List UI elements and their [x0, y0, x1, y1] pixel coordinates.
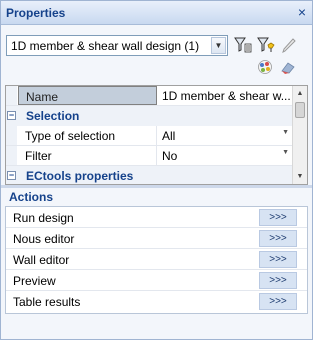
actions-list: Run design >>> Nous editor >>> Wall edit… [5, 206, 308, 314]
clear-selection-icon[interactable] [278, 58, 298, 76]
selection-dropdown[interactable]: 1D member & shear wall design (1) ▼ [6, 35, 228, 56]
actions-header: Actions [9, 190, 54, 204]
properties-panel: Properties × 1D member & shear wall desi… [0, 0, 313, 340]
action-label: Nous editor [13, 232, 75, 246]
scroll-up-icon[interactable]: ▲ [293, 86, 307, 101]
grid-scrollbar[interactable]: ▲ ▼ [292, 86, 307, 184]
action-label: Run design [13, 211, 74, 225]
category-selection[interactable]: − Selection [6, 106, 293, 126]
property-key: Filter [18, 146, 157, 165]
panel-titlebar: Properties × [1, 1, 312, 25]
action-label: Wall editor [13, 253, 70, 267]
property-value-dropdown[interactable]: No ▼ [158, 146, 293, 165]
chevron-down-icon[interactable]: ▼ [282, 149, 289, 156]
property-grid: Name 1D member & shear w... − Selection … [5, 85, 308, 185]
wall-editor-button[interactable]: >>> [259, 251, 297, 268]
property-key: Type of selection [18, 126, 157, 145]
chevron-down-icon[interactable]: ▼ [211, 37, 226, 54]
color-palette-icon[interactable] [255, 58, 275, 76]
property-value: All [162, 129, 176, 143]
action-nous-editor: Nous editor >>> [6, 228, 307, 249]
nous-editor-button[interactable]: >>> [259, 230, 297, 247]
property-row-filter[interactable]: Filter No ▼ [6, 146, 293, 166]
table-results-button[interactable]: >>> [259, 293, 297, 310]
property-value[interactable]: 1D member & shear w... [158, 86, 293, 105]
collapse-icon[interactable]: − [7, 111, 16, 120]
panel-title: Properties [6, 6, 66, 20]
action-table-results: Table results >>> [6, 291, 307, 312]
run-design-button[interactable]: >>> [259, 209, 297, 226]
property-row-type-of-selection[interactable]: Type of selection All ▼ [6, 126, 293, 146]
action-run-design: Run design >>> [6, 207, 307, 228]
action-preview: Preview >>> [6, 270, 307, 291]
category-label: Selection [26, 109, 80, 123]
filter-add-icon[interactable] [256, 35, 276, 55]
category-label: ECtools properties [26, 169, 134, 183]
action-label: Table results [13, 295, 81, 309]
property-value: No [162, 149, 178, 163]
category-ectools-properties[interactable]: − ECtools properties [6, 166, 293, 184]
property-row-name[interactable]: Name 1D member & shear w... [6, 86, 293, 106]
chevron-down-icon[interactable]: ▼ [282, 129, 289, 136]
property-key: Name [18, 86, 157, 105]
action-wall-editor: Wall editor >>> [6, 249, 307, 270]
property-value-dropdown[interactable]: All ▼ [158, 126, 293, 145]
collapse-icon[interactable]: − [7, 171, 16, 180]
filter-select-icon[interactable] [233, 35, 253, 55]
selection-dropdown-value: 1D member & shear wall design (1) [11, 39, 200, 53]
close-icon[interactable]: × [298, 4, 306, 20]
preview-button[interactable]: >>> [259, 272, 297, 289]
scroll-down-icon[interactable]: ▼ [293, 169, 307, 184]
properties-toolbar: 1D member & shear wall design (1) ▼ [1, 25, 312, 77]
action-label: Preview [13, 274, 56, 288]
scrollbar-thumb[interactable] [295, 102, 305, 118]
pencil-icon[interactable] [279, 35, 299, 55]
